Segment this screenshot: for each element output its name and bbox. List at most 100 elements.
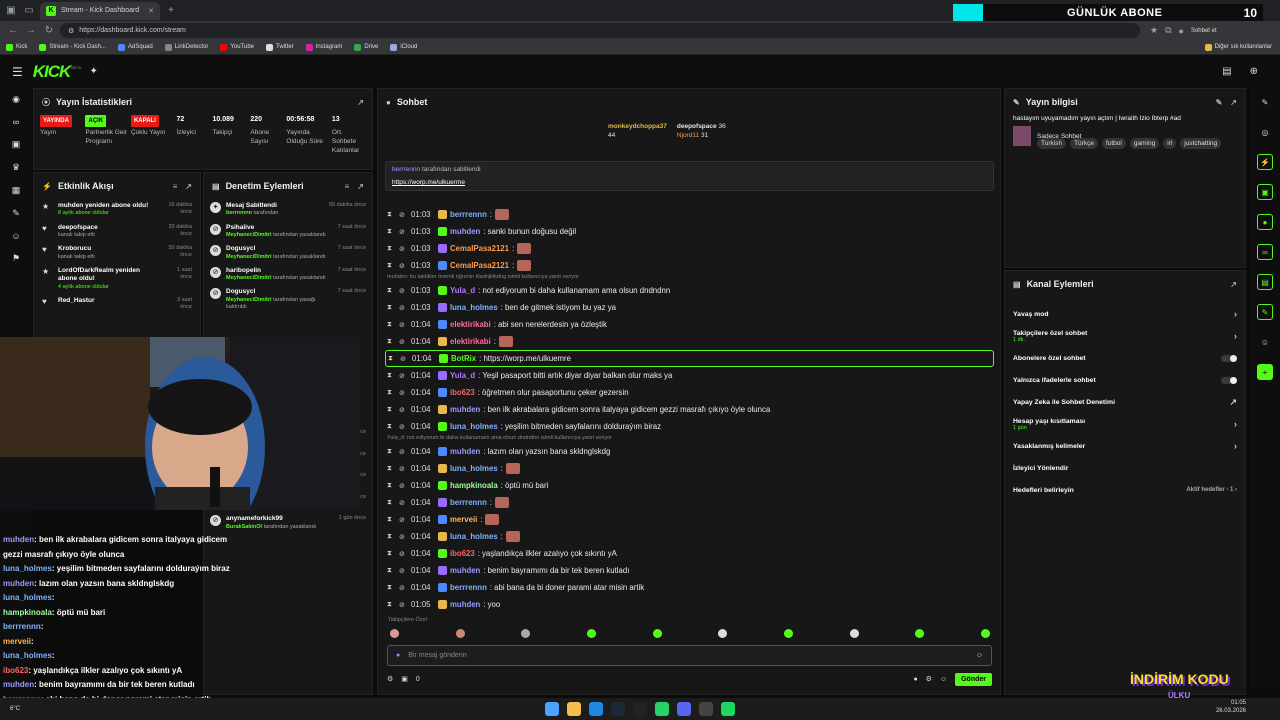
layout-icon[interactable]: ▤ <box>1257 274 1273 290</box>
tag-chip[interactable]: futbol <box>1101 138 1126 149</box>
wrench-icon[interactable]: ✎ <box>1257 304 1273 320</box>
message-user[interactable]: muhden <box>450 447 480 456</box>
people-icon[interactable]: ☺ <box>1257 334 1273 350</box>
copilot-chat-button[interactable]: Sohbet et <box>1191 28 1217 34</box>
tag-chip[interactable]: justchatting <box>1180 138 1222 149</box>
pin-message-icon[interactable]: ⧗ <box>387 423 396 431</box>
channel-action-chevron[interactable]: ↗ <box>1229 397 1237 408</box>
reload-icon[interactable]: ↻ <box>42 25 56 36</box>
tab-kick-dashboard[interactable]: K Stream - Kick Dashboard ✕ <box>40 1 160 20</box>
emote-icon[interactable] <box>980 629 990 638</box>
window-menu-icon[interactable]: ▣ <box>4 4 18 18</box>
mic-icon[interactable]: ● <box>396 652 400 659</box>
message-user[interactable]: berrrennn <box>450 583 487 592</box>
users-icon[interactable]: ☺ <box>940 676 947 683</box>
timeout-icon[interactable]: ⊘ <box>399 550 408 558</box>
steam-icon[interactable] <box>611 702 625 716</box>
whatsapp-icon[interactable] <box>655 702 669 716</box>
tab-list-icon[interactable]: ▭ <box>22 4 36 18</box>
discord-icon[interactable] <box>677 702 691 716</box>
chat-bubble-icon[interactable]: ● <box>913 676 917 683</box>
menu-icon[interactable]: ☰ <box>12 65 23 79</box>
channel-action[interactable]: Yalnızca ifadelerle sohbet <box>1005 369 1245 391</box>
message-user[interactable]: elektirikabi <box>450 320 491 329</box>
timeout-icon[interactable]: ⊘ <box>399 304 408 312</box>
trophy-icon[interactable]: ♛ <box>12 162 20 173</box>
tag-chip[interactable]: irl <box>1163 138 1177 149</box>
message-user[interactable]: CemalPasa2121 <box>450 244 509 253</box>
stream-icon[interactable]: ◉ <box>12 94 20 105</box>
message-user[interactable]: muhden <box>450 600 480 609</box>
timeout-icon[interactable]: ⊘ <box>399 338 408 346</box>
bookmark-kick[interactable]: Kick <box>6 43 27 51</box>
message-user[interactable]: CemalPasa2121 <box>450 261 509 270</box>
channel-action[interactable]: Yapay Zeka ile Sohbet Denetimi ↗ <box>1005 391 1245 413</box>
pin-message-icon[interactable]: ⧗ <box>387 601 396 609</box>
link-icon[interactable]: ∞ <box>13 117 19 127</box>
message-user[interactable]: luna_holmes <box>450 303 498 312</box>
pin-message-icon[interactable]: ⧗ <box>387 533 396 541</box>
pin-message-icon[interactable]: ⧗ <box>387 338 396 346</box>
channel-action[interactable]: Yavaş mod › <box>1005 303 1245 325</box>
pin-message-icon[interactable]: ⧗ <box>387 321 396 329</box>
pin-message-icon[interactable]: ⧗ <box>387 482 396 490</box>
chat-message[interactable]: ⧗ ⊘ 01:04 luna_holmes: <box>385 528 994 545</box>
pinned-message[interactable]: berrrennn tarafından sabitlendi https://… <box>385 161 994 191</box>
bookmark-drive[interactable]: Drive <box>354 43 378 51</box>
pin-message-icon[interactable]: ⧗ <box>387 499 396 507</box>
timeout-icon[interactable]: ⊘ <box>399 516 408 524</box>
bolt-icon[interactable]: ⚡ <box>1257 154 1273 170</box>
terminal-icon[interactable] <box>633 702 647 716</box>
timeout-icon[interactable]: ⊘ <box>399 465 408 473</box>
emote-icon[interactable] <box>915 629 925 638</box>
pin-message-icon[interactable]: ⧗ <box>387 406 396 414</box>
chat-message[interactable]: ⧗ ⊘ 01:04 BotRix: https://worp.me/ulkuemre <box>385 350 994 367</box>
timeout-icon[interactable]: ⊘ <box>399 567 408 575</box>
channel-action[interactable]: İzleyici Yönlendir <box>1005 457 1245 479</box>
channel-action-chevron[interactable]: › <box>1234 309 1237 319</box>
message-user[interactable]: berrrennn <box>450 498 487 507</box>
bookmark-twitter[interactable]: Twitter <box>266 43 294 51</box>
clipboard-icon[interactable]: ▣ <box>1257 184 1273 200</box>
pin-icon[interactable]: ✦ <box>89 66 97 77</box>
chat-message[interactable]: ⧗ ⊘ 01:05 muhden: yoo <box>385 596 994 613</box>
timeout-icon[interactable]: ⊘ <box>399 389 408 397</box>
activity-item[interactable]: ♥ deepofspace kanalı takip etti 33 dakika ö… <box>34 221 200 243</box>
top-chatter-1[interactable]: monkeydchoppa37 44 <box>608 122 667 140</box>
timeout-icon[interactable]: ⊘ <box>399 406 408 414</box>
message-user[interactable]: merveii <box>450 515 477 524</box>
moderation-item[interactable]: ⊘ Psihalive MeyhaneciDimitri tarafından ya… <box>204 221 372 243</box>
pin-message-icon[interactable]: ⧗ <box>387 584 396 592</box>
channel-action-chevron[interactable]: Aktif hedefler - 1 › <box>1186 487 1237 493</box>
bookmark-instagram[interactable]: Instagram <box>305 43 342 51</box>
tools-icon[interactable]: ✎ <box>12 208 20 219</box>
top-chatter-2[interactable]: deepofspace 36 Njord11 31 <box>677 122 726 140</box>
timeout-icon[interactable]: ⊘ <box>399 584 408 592</box>
chat-message[interactable]: ⧗ ⊘ 01:03 Yula_d: not ediyorum bi daha kull… <box>385 282 994 299</box>
pin-message-icon[interactable]: ⧗ <box>387 372 396 380</box>
timeout-icon[interactable]: ⊘ <box>399 228 408 236</box>
back-icon[interactable]: ← <box>6 25 20 36</box>
emote-icon[interactable] <box>586 629 596 638</box>
popout-icon[interactable]: ↗ <box>357 182 364 191</box>
content-icon[interactable]: ▣ <box>12 139 21 150</box>
moderation-item[interactable]: ✦ Mesaj Sabitlendi berrrennn tarafından 55 … <box>204 199 372 221</box>
chat-message[interactable]: ⧗ ⊘ 01:03 muhden: sanki bunun doğusu değil <box>385 223 994 240</box>
message-user[interactable]: ibo623 <box>450 388 475 397</box>
community-icon[interactable]: ☺ <box>11 231 20 241</box>
message-user[interactable]: muhden <box>450 566 480 575</box>
popout-icon[interactable]: ↗ <box>1230 98 1237 107</box>
timeout-icon[interactable]: ⊘ <box>399 262 408 270</box>
send-button[interactable]: Gönder <box>955 672 992 686</box>
bookmark-icloud[interactable]: iCloud <box>390 43 417 51</box>
channel-action-chevron[interactable]: › <box>1234 441 1237 451</box>
bookmark-youtube[interactable]: YouTube <box>220 43 254 51</box>
bookmark-linkdetector[interactable]: LinkDetector <box>164 43 208 51</box>
chat-message[interactable]: ⧗ ⊘ 01:04 merveii: <box>385 511 994 528</box>
explorer-icon[interactable] <box>567 702 581 716</box>
tag-chip[interactable]: Turkish <box>1037 138 1067 149</box>
emote-icon[interactable] <box>455 629 465 638</box>
channel-action-chevron[interactable]: › <box>1234 419 1237 429</box>
popout-icon[interactable]: ↗ <box>357 98 364 107</box>
channel-action[interactable]: Yasaklanmış kelimeler › <box>1005 435 1245 457</box>
